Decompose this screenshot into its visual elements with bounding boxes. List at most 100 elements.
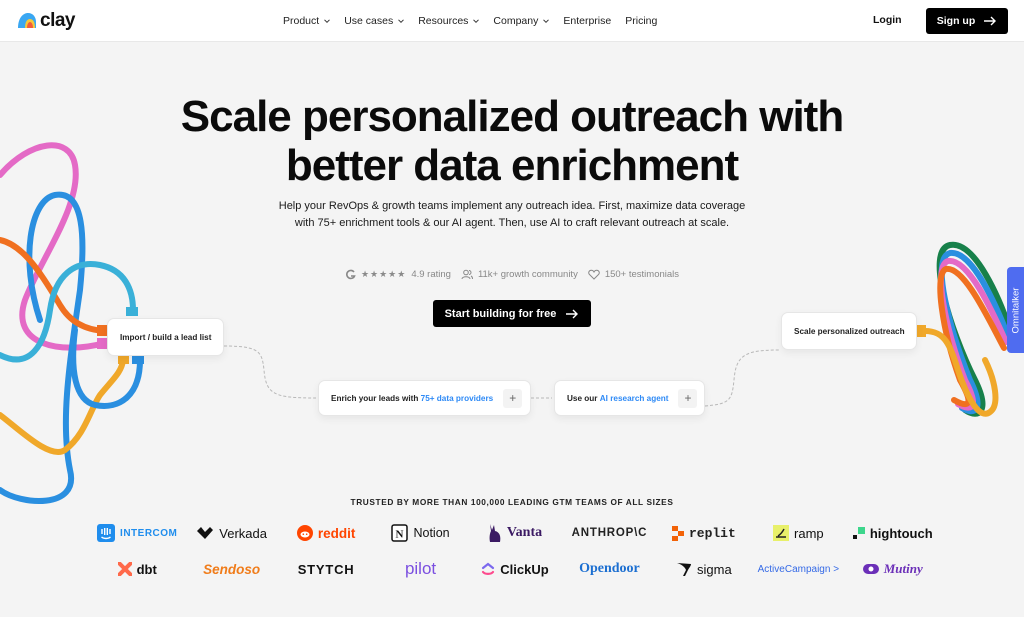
logo-hightouch-text: hightouch <box>869 525 933 541</box>
signup-label: Sign up <box>936 15 976 27</box>
heart-icon <box>588 269 600 280</box>
logo-verkada: Verkada <box>184 520 278 546</box>
start-building-button[interactable]: Start building for free <box>433 300 591 327</box>
logo-activecampaign-text: ActiveCampaign > <box>757 563 840 575</box>
flow-card-scale[interactable]: Scale personalized outreach <box>781 312 917 350</box>
nav-resources[interactable]: Resources <box>418 15 480 27</box>
clay-logo-icon <box>17 12 37 29</box>
logo-replit-text: replit <box>688 525 736 541</box>
logo-dbt-text: dbt <box>136 561 157 577</box>
signup-button[interactable]: Sign up <box>926 8 1008 34</box>
chevron-down-icon <box>398 19 405 24</box>
flow-card-import-label: Import / build a lead list <box>120 332 212 342</box>
rating-label: 4.9 rating <box>411 269 451 280</box>
testimonials-stat: 150+ testimonials <box>588 269 679 280</box>
replit-icon <box>671 525 684 541</box>
community-stat: 11k+ growth community <box>461 269 578 280</box>
svg-text:N: N <box>396 529 404 541</box>
logo-sigma: sigma <box>657 556 751 582</box>
logo-opendoor: Opendoor <box>562 556 656 582</box>
hero-subtitle: Help your RevOps & growth teams implemen… <box>278 200 746 229</box>
nav-enterprise[interactable]: Enterprise <box>563 15 611 27</box>
nav-resources-label: Resources <box>418 15 469 27</box>
logo-reddit-text: reddit <box>317 525 356 541</box>
nav-product[interactable]: Product <box>283 15 331 27</box>
arrow-right-icon <box>566 309 579 318</box>
logo-intercom: INTERCOM <box>90 520 184 546</box>
connector-agent-scale <box>704 349 780 407</box>
logo-replit: replit <box>657 520 751 546</box>
logo-sendoso: Sendoso <box>184 556 278 582</box>
nav-links: Product Use cases Resources Company Ente… <box>283 0 671 42</box>
nav-enterprise-label: Enterprise <box>563 15 612 27</box>
verkada-icon <box>197 527 214 539</box>
logo-text: clay <box>40 10 75 31</box>
logo-pilot-text: pilot <box>404 559 437 578</box>
logo-notion: N Notion <box>373 520 467 546</box>
hero-title: Scale personalized outreach with better … <box>0 92 1024 190</box>
nav-pricing[interactable]: Pricing <box>625 15 657 27</box>
flow-card-import[interactable]: Import / build a lead list <box>107 318 224 356</box>
nav-use-cases[interactable]: Use cases <box>344 15 405 27</box>
top-navigation: clay Product Use cases Resources Company… <box>0 0 1024 42</box>
omnitalker-label: Omnitalker <box>1010 287 1021 333</box>
rating-stat: ★★★★★ 4.9 rating <box>345 269 451 280</box>
arrow-right-icon <box>984 16 997 26</box>
nav-use-cases-label: Use cases <box>344 15 394 27</box>
g2-icon <box>346 269 356 280</box>
data-providers-link[interactable]: 75+ data providers <box>421 394 494 403</box>
ramp-icon <box>773 525 790 541</box>
cta-label: Start building for free <box>444 307 557 320</box>
logo-mutiny: Mutiny <box>846 556 940 582</box>
logo-hightouch: hightouch <box>846 520 940 546</box>
nav-product-label: Product <box>283 15 320 27</box>
vanta-icon <box>489 524 501 542</box>
next-section <box>0 617 1024 640</box>
clickup-icon <box>482 562 495 575</box>
flow-card-enrich-prefix: Enrich your leads with <box>331 393 419 403</box>
logo-clickup: ClickUp <box>468 556 562 582</box>
logo-anthropic: ANTHROP\C <box>562 520 656 546</box>
logo-notion-text: Notion <box>413 526 450 540</box>
hero-title-line1: Scale personalized outreach with <box>180 92 844 141</box>
logo-stytch: STYTCH <box>279 556 373 582</box>
star-rating: ★★★★★ <box>360 269 407 279</box>
logo-opendoor-text: Opendoor <box>579 561 640 576</box>
flow-card-enrich[interactable]: Enrich your leads with 75+ data provider… <box>318 380 531 416</box>
hero-title-line2: better data enrichment <box>285 141 739 190</box>
nav-company-label: Company <box>493 15 539 27</box>
flow-card-scale-label: Scale personalized outreach <box>794 326 905 336</box>
logo-sendoso-text: Sendoso <box>203 561 261 577</box>
add-icon[interactable]: + <box>678 388 698 408</box>
community-label: 11k+ growth community <box>477 269 578 280</box>
logo-verkada-text: Verkada <box>219 525 267 541</box>
chevron-down-icon <box>473 19 480 24</box>
customer-logos: INTERCOM Verkada reddit N Notion Vanta A… <box>90 520 940 582</box>
flow-card-agent-prefix: Use our <box>567 393 598 403</box>
trusted-heading: TRUSTED BY MORE THAN 100,000 LEADING GTM… <box>350 497 674 507</box>
logo-mutiny-text: Mutiny <box>883 561 923 576</box>
logo-pilot: pilot <box>373 556 467 582</box>
notion-icon: N <box>391 524 409 542</box>
hightouch-icon <box>852 527 865 539</box>
logo-ramp-text: ramp <box>794 525 824 541</box>
logo-dbt: dbt <box>90 556 184 582</box>
testimonials-label: 150+ testimonials <box>604 269 680 280</box>
intercom-icon <box>97 524 116 542</box>
add-icon[interactable]: + <box>503 388 523 408</box>
dbt-icon <box>117 562 132 576</box>
ai-research-agent-link[interactable]: AI research agent <box>600 394 669 403</box>
chevron-down-icon <box>324 19 331 24</box>
logo-anthropic-text: ANTHROP\C <box>571 527 648 539</box>
connector-import-enrich <box>223 345 317 399</box>
login-link[interactable]: Login <box>873 14 902 26</box>
social-proof-stats: ★★★★★ 4.9 rating 11k+ growth community 1… <box>0 269 1024 280</box>
reddit-icon <box>296 525 313 541</box>
logo-vanta: Vanta <box>468 520 562 546</box>
nav-company[interactable]: Company <box>493 15 550 27</box>
logo-stytch-text: STYTCH <box>297 561 355 577</box>
flow-card-agent[interactable]: Use our AI research agent + <box>554 380 705 416</box>
clay-logo[interactable]: clay <box>17 11 75 30</box>
omnitalker-tab[interactable]: Omnitalker <box>1007 267 1024 353</box>
logo-sigma-text: sigma <box>697 561 732 577</box>
